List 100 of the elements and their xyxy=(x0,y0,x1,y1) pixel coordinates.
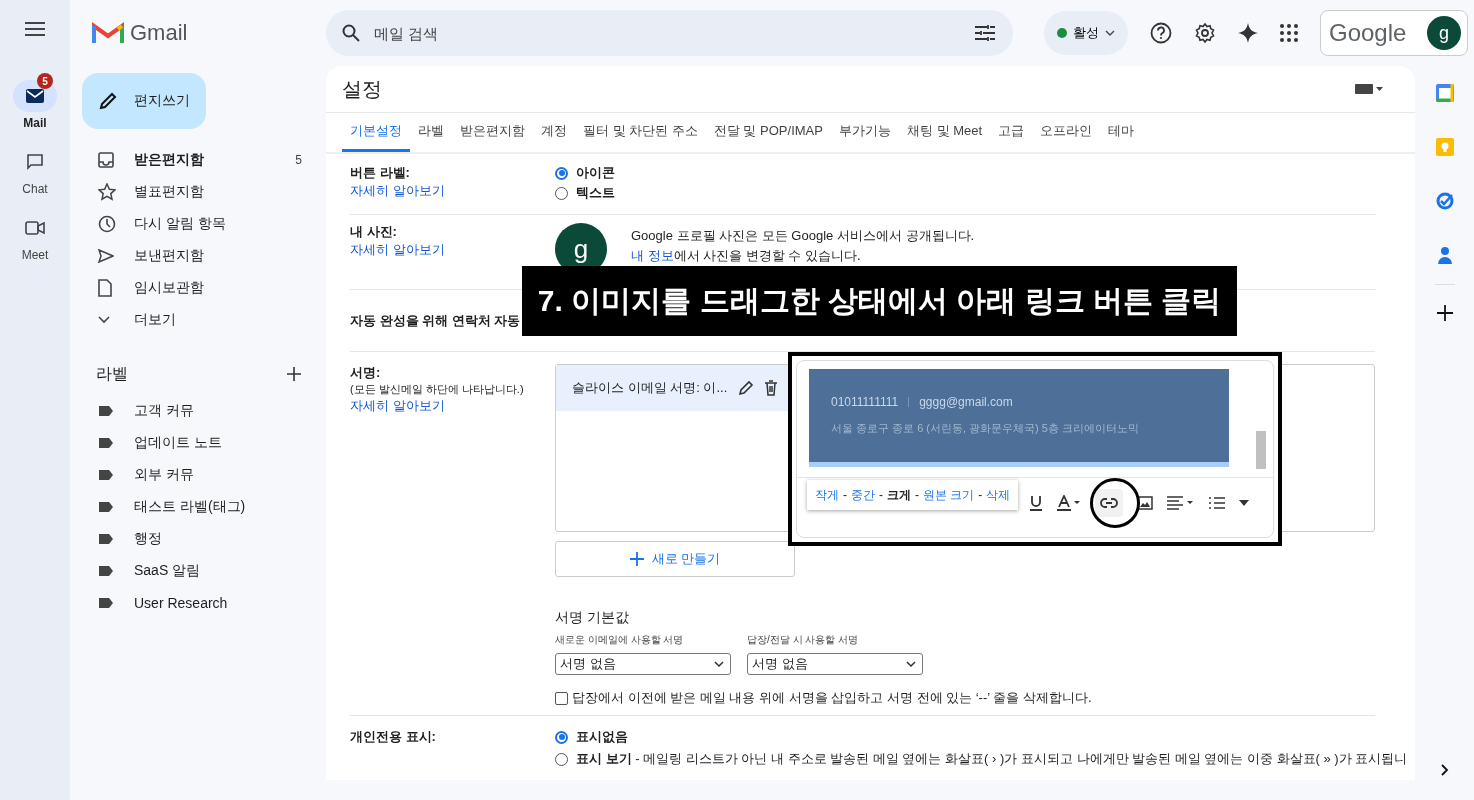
settings-tab[interactable]: 필터 및 차단된 주소 xyxy=(575,113,706,152)
settings-tab[interactable]: 받은편지함 xyxy=(452,113,533,152)
help-icon[interactable] xyxy=(1150,22,1172,44)
compose-button[interactable]: 편지쓰기 xyxy=(82,73,206,129)
radio-button[interactable] xyxy=(555,166,568,180)
numbered-list-icon[interactable] xyxy=(1209,496,1225,510)
size-option[interactable]: 원본 크기 xyxy=(923,486,975,504)
address-text: 서울 종로구 종로 6 (서린동, 광화문우체국) 5층 크리에이터노믹 xyxy=(831,421,1140,436)
delete-icon[interactable] xyxy=(764,380,778,396)
settings-tab[interactable]: 테마 xyxy=(1100,113,1143,152)
chevron-down-icon xyxy=(98,316,110,324)
account-logo: Google xyxy=(1329,19,1407,47)
radio-button[interactable] xyxy=(555,730,568,744)
align-icon[interactable] xyxy=(1167,496,1195,510)
new-signature-button[interactable]: 새로 만들기 xyxy=(555,541,795,577)
video-icon xyxy=(25,221,45,235)
filter-icon[interactable] xyxy=(975,25,995,41)
settings-tab[interactable]: 오프라인 xyxy=(1032,113,1101,152)
add-icon xyxy=(629,552,644,566)
field-label: 답장/전달 시 사용할 서명 xyxy=(747,633,860,647)
more-options-icon[interactable] xyxy=(1239,500,1249,506)
signature-item[interactable]: 슬라이스 이메일 서명: 이... xyxy=(556,365,790,411)
avatar[interactable]: g xyxy=(1427,16,1461,50)
folder-item[interactable]: 별표편지함 xyxy=(70,176,326,208)
note-text: 내 정보에서 사진을 변경할 수 있습니다. xyxy=(631,247,862,265)
person-icon[interactable] xyxy=(1436,246,1453,264)
sparkle-icon[interactable] xyxy=(1238,23,1258,43)
clock-icon xyxy=(98,215,116,233)
edit-icon[interactable] xyxy=(738,380,754,396)
link-button[interactable] xyxy=(1095,489,1123,517)
send-icon xyxy=(98,249,114,263)
settings-icon[interactable] xyxy=(1194,22,1216,44)
folder-item[interactable]: 다시 알림 항목 xyxy=(70,208,326,240)
settings-tab[interactable]: 계정 xyxy=(533,113,575,152)
separator: - xyxy=(915,488,919,502)
chevron-down-icon xyxy=(906,661,916,667)
search-field[interactable]: 메일 검색 xyxy=(372,23,963,43)
unread-count: 5 xyxy=(295,153,302,167)
label-item[interactable]: SaaS 알림 xyxy=(70,555,326,587)
account-panel[interactable]: Google g xyxy=(1320,10,1468,56)
folder-item[interactable]: 더보기 xyxy=(70,304,326,336)
link-icon xyxy=(1100,498,1118,508)
checkbox[interactable] xyxy=(555,691,568,705)
setting-label: 내 사진: xyxy=(350,223,398,241)
settings-tab[interactable]: 라벨 xyxy=(410,113,452,152)
section-title: 서명 기본값 xyxy=(555,609,630,627)
rail-label: Chat xyxy=(22,182,48,196)
phone-text: 01011111111 xyxy=(831,395,899,409)
status-button[interactable]: 활성 xyxy=(1044,11,1128,55)
settings-tab[interactable]: 고급 xyxy=(990,113,1033,152)
page-title: 설정 xyxy=(342,76,382,102)
field-label: 새로운 이메일에 사용할 서명 xyxy=(555,633,685,647)
calendar-icon[interactable] xyxy=(1435,84,1454,102)
image-icon[interactable] xyxy=(1137,496,1153,510)
pencil-icon xyxy=(98,91,118,111)
text-color-icon[interactable] xyxy=(1057,495,1081,511)
option-label: 아이콘 xyxy=(576,164,615,182)
settings-tab[interactable]: 채팅 및 Meet xyxy=(898,113,991,152)
task-icon[interactable] xyxy=(1435,192,1454,210)
size-option[interactable]: 크게 xyxy=(887,486,911,504)
my-info-link[interactable]: 내 정보 xyxy=(631,248,674,263)
settings-tab[interactable]: 기본설정 xyxy=(342,113,410,152)
email-text: gggg@gmail.com xyxy=(919,395,1013,409)
label-item[interactable]: 태스트 라벨(태그) xyxy=(70,491,326,523)
mail-icon xyxy=(26,89,44,103)
signature-select[interactable]: 서명 없음 xyxy=(555,653,731,675)
learn-more-link[interactable]: 자세히 알아보기 xyxy=(350,241,555,259)
setting-label: 서명: xyxy=(350,364,382,382)
size-option[interactable]: 중간 xyxy=(851,486,875,504)
scrollbar-thumb[interactable] xyxy=(1256,431,1266,469)
learn-more-link[interactable]: 자세히 알아보기 xyxy=(350,182,555,200)
chat-icon xyxy=(26,153,44,171)
label-item[interactable]: 고객 커뮤 xyxy=(70,395,326,427)
signature-select[interactable]: 서명 없음 xyxy=(747,653,923,675)
separator: - xyxy=(843,488,847,502)
chevron-right-icon[interactable] xyxy=(1440,764,1449,776)
label-item[interactable]: 업데이트 노트 xyxy=(70,427,326,459)
label-icon xyxy=(98,405,114,417)
add-icon[interactable] xyxy=(1436,305,1453,321)
settings-tab[interactable]: 부가기능 xyxy=(830,113,899,152)
keyboard-icon[interactable] xyxy=(1355,84,1383,94)
size-option[interactable]: 작게 xyxy=(815,486,839,504)
folder-item[interactable]: 받은편지함 5 xyxy=(70,144,326,176)
label-icon xyxy=(98,565,114,577)
folder-item[interactable]: 보낸편지함 xyxy=(70,240,326,272)
folder-item[interactable]: 임시보관함 xyxy=(70,272,326,304)
label-item[interactable]: 외부 커뮤 xyxy=(70,459,326,491)
label-item[interactable]: User Research xyxy=(70,587,326,619)
size-option[interactable]: 삭제 xyxy=(986,486,1011,504)
search-icon xyxy=(342,24,360,42)
settings-tab[interactable]: 전달 및 POP/IMAP xyxy=(705,113,831,152)
count-badge: 5 xyxy=(37,73,53,89)
label-item[interactable]: 행정 xyxy=(70,523,326,555)
underline-icon[interactable] xyxy=(1029,495,1043,511)
search-bar[interactable]: 메일 검색 xyxy=(326,10,1013,56)
add-icon[interactable] xyxy=(287,367,301,381)
apps-icon[interactable] xyxy=(1280,24,1298,42)
learn-more-link[interactable]: 자세히 알아보기 xyxy=(350,397,555,415)
logo-icon xyxy=(92,21,124,45)
label-icon xyxy=(98,597,114,609)
